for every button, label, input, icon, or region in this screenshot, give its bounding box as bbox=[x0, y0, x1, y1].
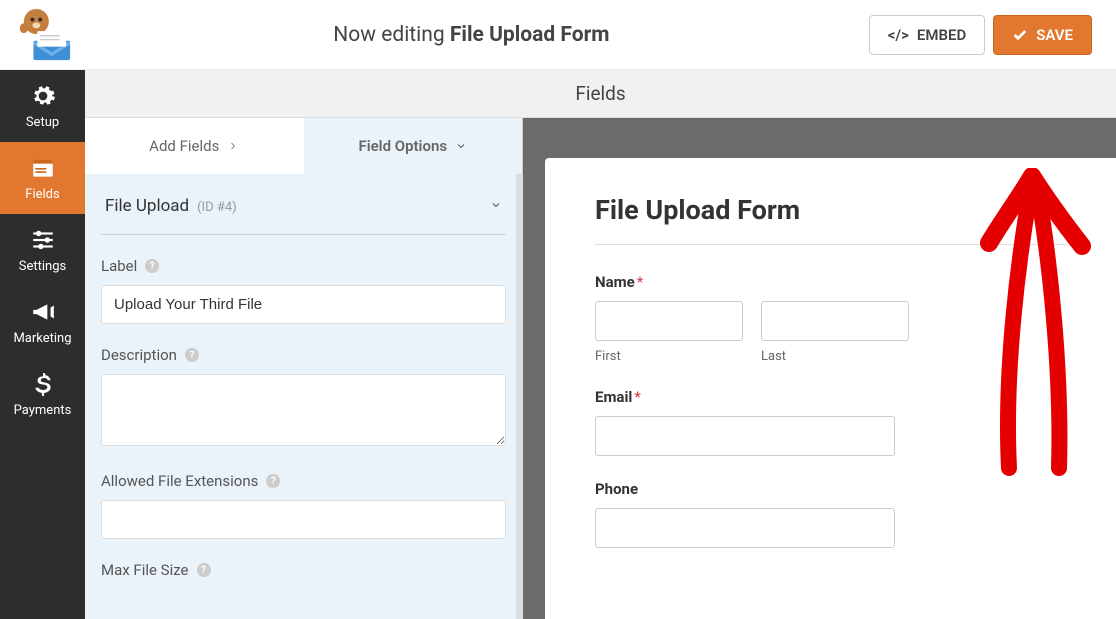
field-description-input[interactable] bbox=[101, 374, 506, 446]
code-icon: </> bbox=[888, 26, 909, 44]
phone-input[interactable] bbox=[595, 508, 895, 548]
field-options-panel: Add Fields Field Options File Upload (ID… bbox=[85, 118, 523, 619]
side-nav: Setup Fields Settings Marketing Payments bbox=[0, 70, 85, 619]
option-max-size-label: Max File Size? bbox=[101, 561, 506, 579]
editing-title: Now editing File Upload Form bbox=[82, 23, 861, 47]
nav-fields[interactable]: Fields bbox=[0, 142, 85, 214]
form-canvas[interactable]: File Upload Form Name* First Last Email* bbox=[545, 158, 1116, 619]
chevron-down-icon bbox=[455, 140, 467, 152]
chevron-down-icon bbox=[490, 199, 502, 211]
dollar-icon bbox=[30, 371, 56, 397]
option-allowed-ext-label: Allowed File Extensions? bbox=[101, 472, 506, 490]
topbar: Now editing File Upload Form </>EMBED SA… bbox=[0, 0, 1116, 70]
editing-prefix: Now editing bbox=[333, 23, 450, 47]
check-icon bbox=[1012, 27, 1028, 43]
field-id: (ID #4) bbox=[197, 200, 237, 215]
gear-icon bbox=[30, 83, 56, 109]
name-field-label: Name* bbox=[595, 273, 1066, 291]
email-field-label: Email* bbox=[595, 388, 1066, 406]
form-preview: File Upload Form Name* First Last Email* bbox=[523, 118, 1116, 619]
option-label-label: Label? bbox=[101, 257, 506, 275]
nav-settings[interactable]: Settings bbox=[0, 214, 85, 286]
preview-form-title: File Upload Form bbox=[595, 194, 1066, 226]
help-icon[interactable]: ? bbox=[197, 563, 211, 577]
email-input[interactable] bbox=[595, 416, 895, 456]
last-sublabel: Last bbox=[761, 349, 909, 364]
nav-marketing[interactable]: Marketing bbox=[0, 286, 85, 358]
tab-add-fields[interactable]: Add Fields bbox=[85, 118, 304, 174]
field-type-label: File Upload bbox=[105, 196, 189, 216]
nav-setup[interactable]: Setup bbox=[0, 70, 85, 142]
first-sublabel: First bbox=[595, 349, 743, 364]
nav-payments[interactable]: Payments bbox=[0, 358, 85, 430]
first-name-input[interactable] bbox=[595, 301, 743, 341]
allowed-extensions-input[interactable] bbox=[101, 500, 506, 539]
help-icon[interactable]: ? bbox=[266, 474, 280, 488]
save-button[interactable]: SAVE bbox=[993, 15, 1092, 55]
chevron-right-icon bbox=[227, 140, 239, 152]
tab-field-options[interactable]: Field Options bbox=[304, 118, 523, 174]
divider bbox=[595, 244, 1066, 245]
last-name-input[interactable] bbox=[761, 301, 909, 341]
option-description-label: Description? bbox=[101, 346, 506, 364]
help-icon[interactable]: ? bbox=[185, 348, 199, 362]
embed-button[interactable]: </>EMBED bbox=[869, 15, 985, 55]
field-header-toggle[interactable]: File Upload (ID #4) bbox=[101, 174, 506, 235]
phone-field-label: Phone bbox=[595, 480, 1066, 498]
help-icon[interactable]: ? bbox=[145, 259, 159, 273]
sliders-icon bbox=[30, 227, 56, 253]
bullhorn-icon bbox=[30, 299, 56, 325]
field-label-input[interactable] bbox=[101, 285, 506, 324]
form-icon bbox=[30, 155, 56, 181]
wpforms-logo bbox=[8, 6, 82, 64]
section-header: Fields bbox=[85, 70, 1116, 118]
form-name: File Upload Form bbox=[450, 23, 610, 47]
